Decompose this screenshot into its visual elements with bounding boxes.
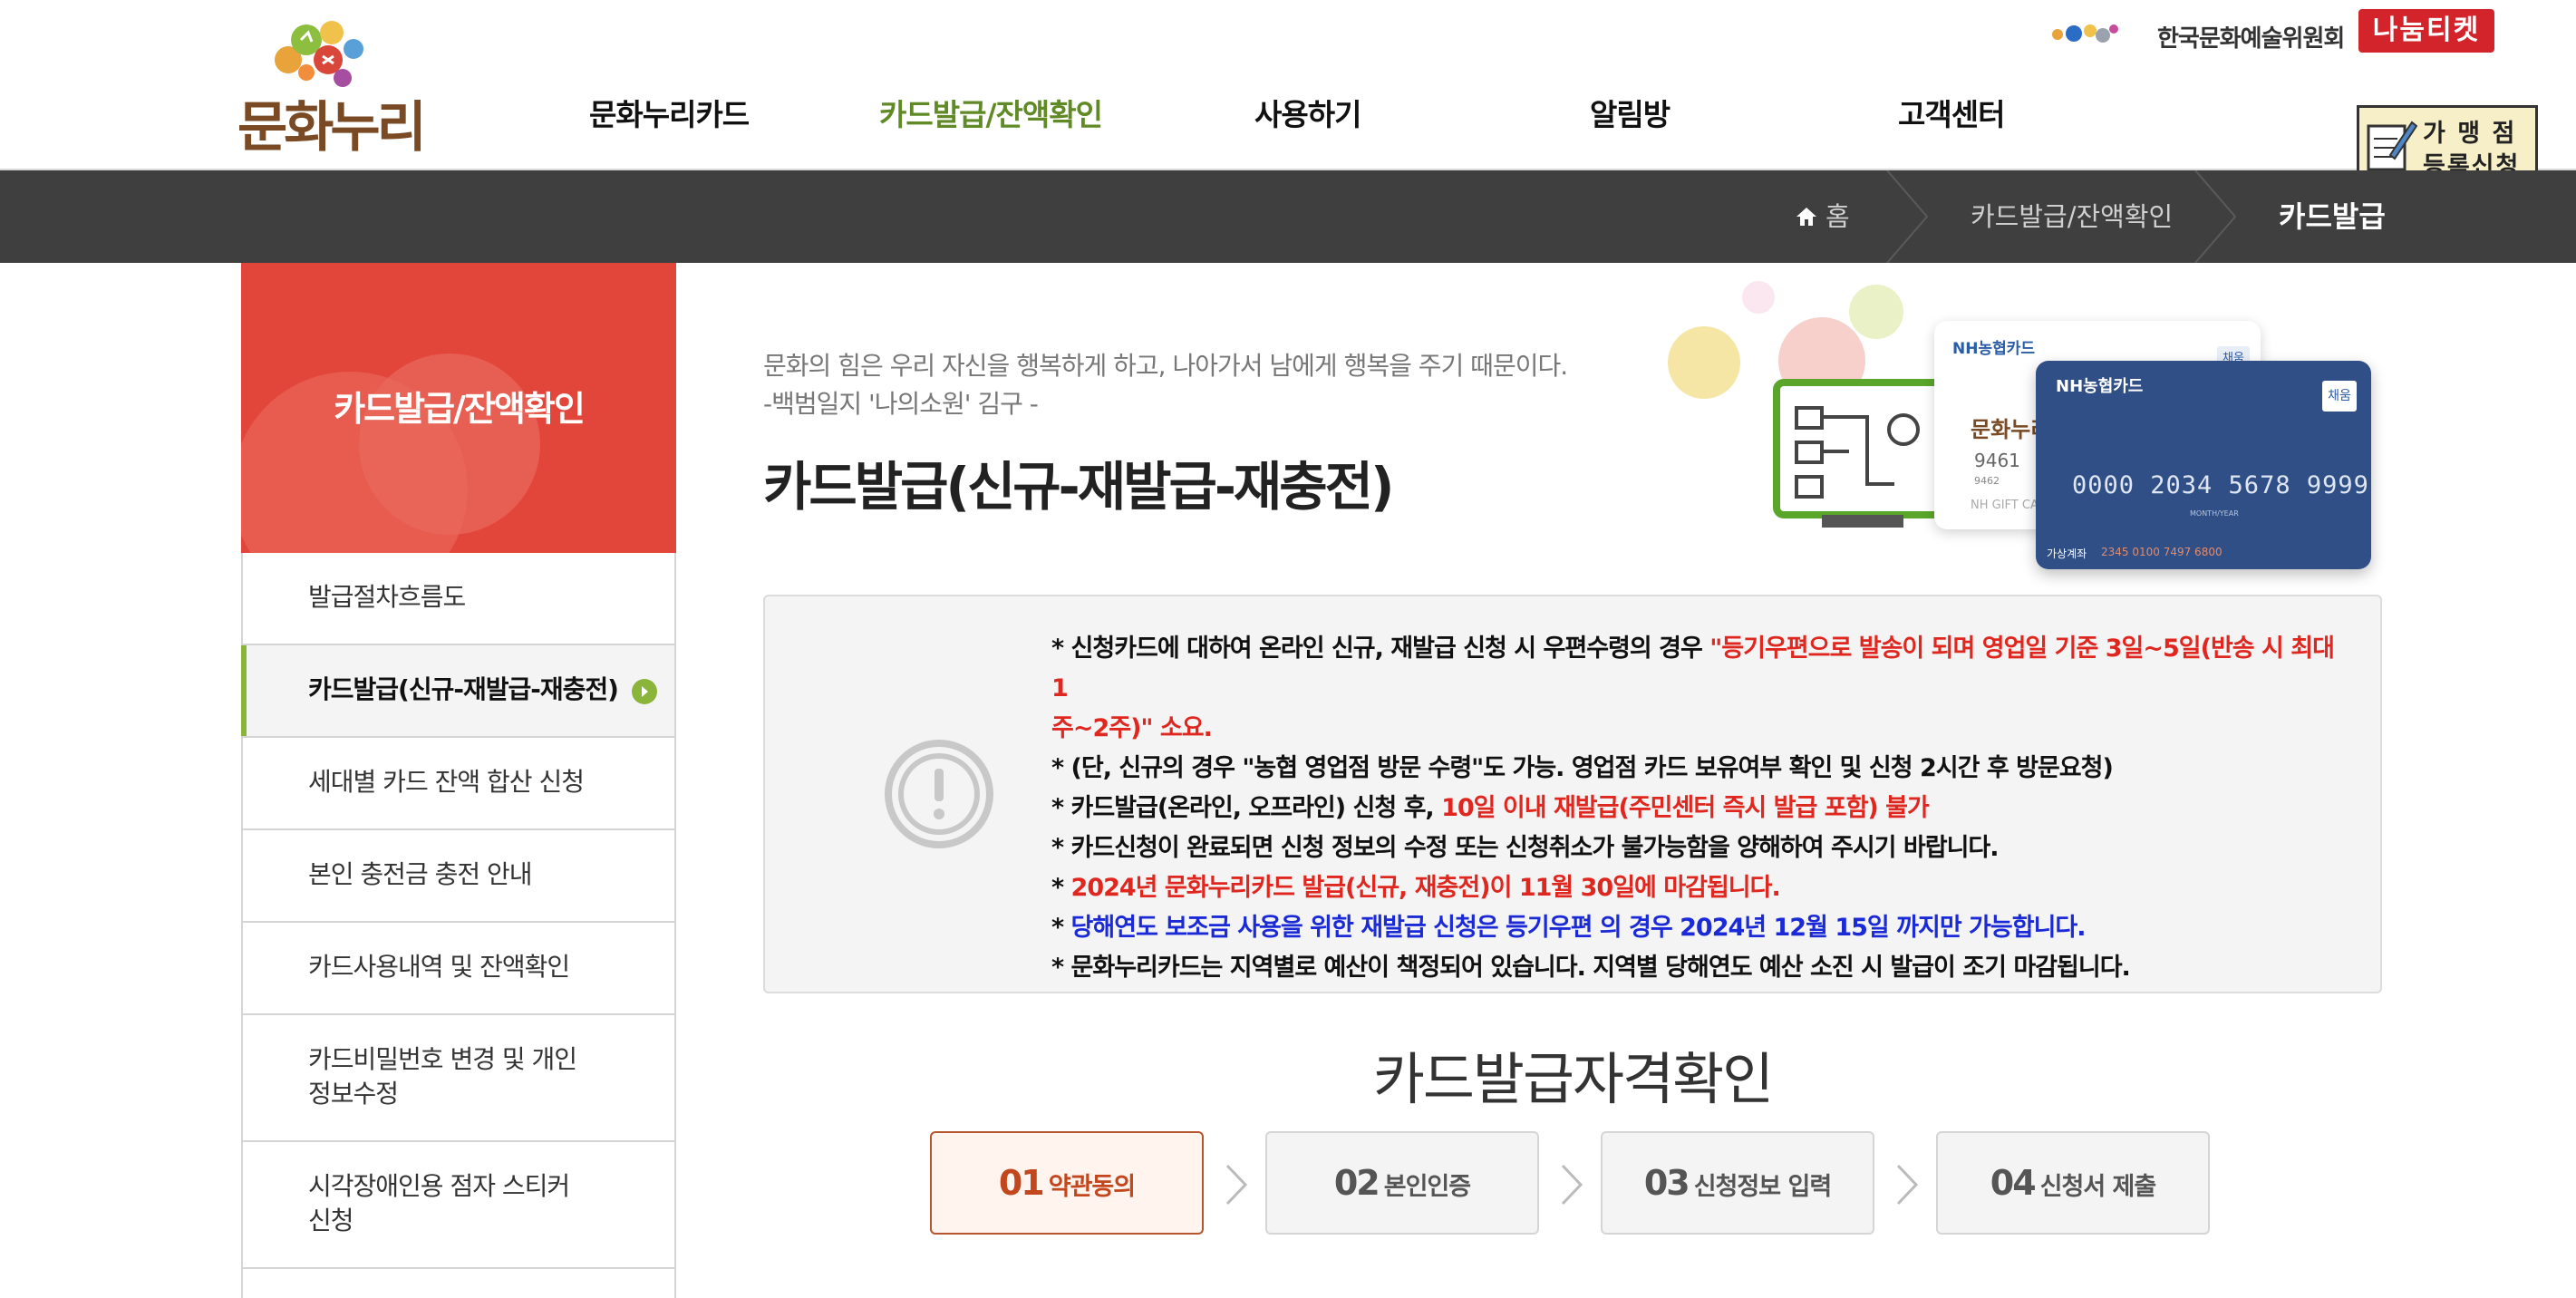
step-number: 03: [1643, 1163, 1690, 1203]
chevron-right-icon: [1225, 1164, 1248, 1206]
step-identity-verify[interactable]: 02 본인인증: [1265, 1131, 1539, 1235]
card-front-holder-label: 가상계좌: [2047, 547, 2087, 560]
nav-notice-room[interactable]: 알림방: [1590, 91, 1671, 134]
notice-line-6: * 당해연도 보조금 사용을 위한 재발급 신청은 등기우편 의 경우 2024…: [1051, 908, 2339, 948]
card-front-holder-number: 2345 0100 7497 6800: [2101, 546, 2223, 558]
notice-highlight-red: 10일 이내 재발급(주민센터 즉시 발급 포함) 불가: [1441, 794, 1930, 822]
sidebar-item-label: 시각장애인용 점자 스티커 신청: [308, 1171, 570, 1235]
hero-card-illustration: NH농협카드 문화누리 9461 9462 NH GIFT CA 채움 NH농협…: [1632, 261, 2384, 569]
exclamation-circle-icon: [885, 740, 993, 848]
card-front-number: 0000 2034 5678 9999: [2072, 471, 2369, 499]
sidebar-menu: 발급절차흐름도 카드발급(신규-재발급-재충전) 세대별 카드 잔액 합산 신청…: [241, 553, 676, 1298]
page-title: 카드발급(신규-재발급-재충전): [763, 456, 1394, 518]
home-icon[interactable]: [1795, 205, 1818, 228]
notice-line-4: * 카드신청이 완료되면 신청 정보의 수정 또는 신청취소가 불가능함을 양해…: [1051, 834, 2000, 862]
notice-line-1: * 신청카드에 대하여 온라인 신규, 재발급 신청 시 우편수령의 경우 "등…: [1051, 629, 2339, 709]
notice-line-2: * (단, 신규의 경우 "농협 영업점 방문 수령"도 가능. 영업점 카드 …: [1051, 754, 2114, 782]
main-navigation: 문화누리카드 카드발급/잔액확인 사용하기 알림방 고객센터: [508, 91, 2067, 154]
card-back-gift: NH GIFT CA: [1971, 499, 2039, 512]
step-label: 약관동의: [1048, 1173, 1136, 1201]
nav-munhwanuri-card[interactable]: 문화누리카드: [589, 91, 750, 134]
nav-customer-center[interactable]: 고객센터: [1898, 91, 2005, 134]
pen-paper-icon: [2367, 121, 2417, 171]
sidebar-title: 카드발급/잔액확인: [334, 389, 586, 429]
sidebar-item-braille-sticker[interactable]: 시각장애인용 점자 스티커 신청: [243, 1142, 674, 1269]
sidebar-item-label: 카드발급(신규-재발급-재충전): [308, 674, 619, 704]
sidebar-item-label: 발급절차흐름도: [308, 582, 466, 612]
nav-card-issue-balance[interactable]: 카드발급/잔액확인: [879, 91, 1103, 134]
notice-text: * 신청카드에 대하여 온라인 신규, 재발급 신청 시 우편수령의 경우: [1051, 634, 1710, 663]
sidebar-header: 카드발급/잔액확인: [241, 263, 676, 553]
chevron-right-icon: [1896, 1164, 1919, 1206]
breadcrumb-card-issue[interactable]: 카드발급/잔액확인: [1971, 170, 2173, 263]
sidebar-item-label: 본인 충전금 충전 안내: [308, 859, 533, 889]
sidebar-item-password-change[interactable]: 카드비밀번호 변경 및 개인 정보수정: [243, 1015, 674, 1142]
sidebar-item-label: 세대별 카드 잔액 합산 신청: [308, 767, 585, 797]
card-back-brand: NH농협카드: [1952, 340, 2036, 358]
step-enter-info[interactable]: 03 신청정보 입력: [1601, 1131, 1874, 1235]
nav-how-to-use[interactable]: 사용하기: [1254, 91, 1361, 134]
arts-council-logo-icon: [2052, 24, 2118, 43]
notice-text: * 카드발급(온라인, 오프라인) 신청 후,: [1051, 794, 1442, 822]
step-label: 본인인증: [1383, 1173, 1471, 1201]
step-label: 신청서 제출: [2039, 1173, 2157, 1201]
card-back-subnumber: 9462: [1974, 475, 2000, 487]
step-label: 신청정보 입력: [1693, 1173, 1832, 1201]
logo-text: 문화누리: [237, 96, 427, 160]
quote-text: 문화의 힘은 우리 자신을 행복하게 하고, 나아가서 남에게 행복을 주기 때…: [763, 351, 1568, 381]
chevron-right-icon: [1561, 1164, 1583, 1206]
nanum-ticket-link[interactable]: 나눔티켓: [2358, 9, 2494, 53]
notice-highlight-red: 2024년 문화누리카드 발급(신규, 재충전)이 11월 30일에 마감됩니다…: [1070, 874, 1781, 902]
arts-council-link[interactable]: 한국문화예술위원회: [2050, 11, 2358, 56]
sidebar-item-label: 카드비밀번호 변경 및 개인 정보수정: [308, 1044, 577, 1109]
card-front-badge: 채움: [2322, 381, 2357, 412]
arts-council-name: 한국문화예술위원회: [2157, 25, 2345, 53]
card-front-month: MONTH/YEAR: [2190, 509, 2239, 518]
logo-emblem-icon: [275, 21, 363, 87]
card-front-blue: NH농협카드 채움 0000 2034 5678 9999 MONTH/YEAR…: [2036, 361, 2371, 569]
breadcrumb-separator-icon: [1886, 170, 1929, 263]
store-register-line1: 가 맹 점: [2423, 120, 2517, 148]
card-back-number: 9461: [1974, 450, 2020, 471]
notice-line-1-cont: 주~2주)" 소요.: [1051, 714, 1213, 742]
notice-box: * 신청카드에 대하여 온라인 신규, 재발급 신청 시 우편수령의 경우 "등…: [763, 595, 2382, 993]
notice-list: * 신청카드에 대하여 온라인 신규, 재발급 신청 시 우편수령의 경우 "등…: [1051, 629, 2339, 988]
sidebar-item-household-balance[interactable]: 세대별 카드 잔액 합산 신청: [243, 738, 674, 830]
notice-highlight-blue: 당해연도 보조금 사용을 위한 재발급 신청은 등기우편 의 경우 2024년 …: [1070, 914, 2087, 942]
step-number: 02: [1333, 1163, 1380, 1203]
step-terms-agree[interactable]: 01 약관동의: [930, 1131, 1204, 1235]
step-number: 04: [1990, 1163, 2037, 1203]
steps-title: 카드발급자격확인: [1372, 1046, 1774, 1112]
breadcrumb-separator-icon: [2194, 170, 2237, 263]
sidebar-item-issue-flow[interactable]: 발급절차흐름도: [243, 553, 674, 645]
notice-line-7: * 문화누리카드는 지역별로 예산이 책정되어 있습니다. 지역별 당해연도 예…: [1051, 954, 2131, 982]
arrow-right-circle-icon: [632, 679, 657, 704]
card-front-brand: NH농협카드: [2056, 377, 2144, 396]
step-number: 01: [998, 1163, 1045, 1203]
notice-text: *: [1051, 874, 1071, 902]
notice-line-3: * 카드발급(온라인, 오프라인) 신청 후, 10일 이내 재발급(주민센터 …: [1051, 789, 2339, 828]
breadcrumb-home[interactable]: 홈: [1825, 170, 1850, 263]
site-header: 문화누리 문화누리카드 카드발급/잔액확인 사용하기 알림방 고객센터 한국문화…: [0, 0, 2576, 181]
step-submit-application[interactable]: 04 신청서 제출: [1936, 1131, 2210, 1235]
notice-line-5: * 2024년 문화누리카드 발급(신규, 재충전)이 11월 30일에 마감됩…: [1051, 868, 2339, 908]
quote-author: -백범일지 '나의소원' 김구 -: [763, 389, 1039, 419]
breadcrumb-current: 카드발급: [2279, 199, 2386, 234]
sidebar-item-label: 카드사용내역 및 잔액확인: [308, 952, 570, 982]
sidebar-item-self-charge[interactable]: 본인 충전금 충전 안내: [243, 830, 674, 923]
munhwa-nuri-logo[interactable]: 문화누리: [237, 13, 451, 160]
breadcrumb: 홈 카드발급/잔액확인 카드발급: [0, 170, 2576, 263]
sidebar-item-card-issue[interactable]: 카드발급(신규-재발급-재충전): [241, 645, 674, 738]
sidebar-item-usage-balance[interactable]: 카드사용내역 및 잔액확인: [243, 923, 674, 1015]
notice-text: *: [1051, 914, 1071, 942]
